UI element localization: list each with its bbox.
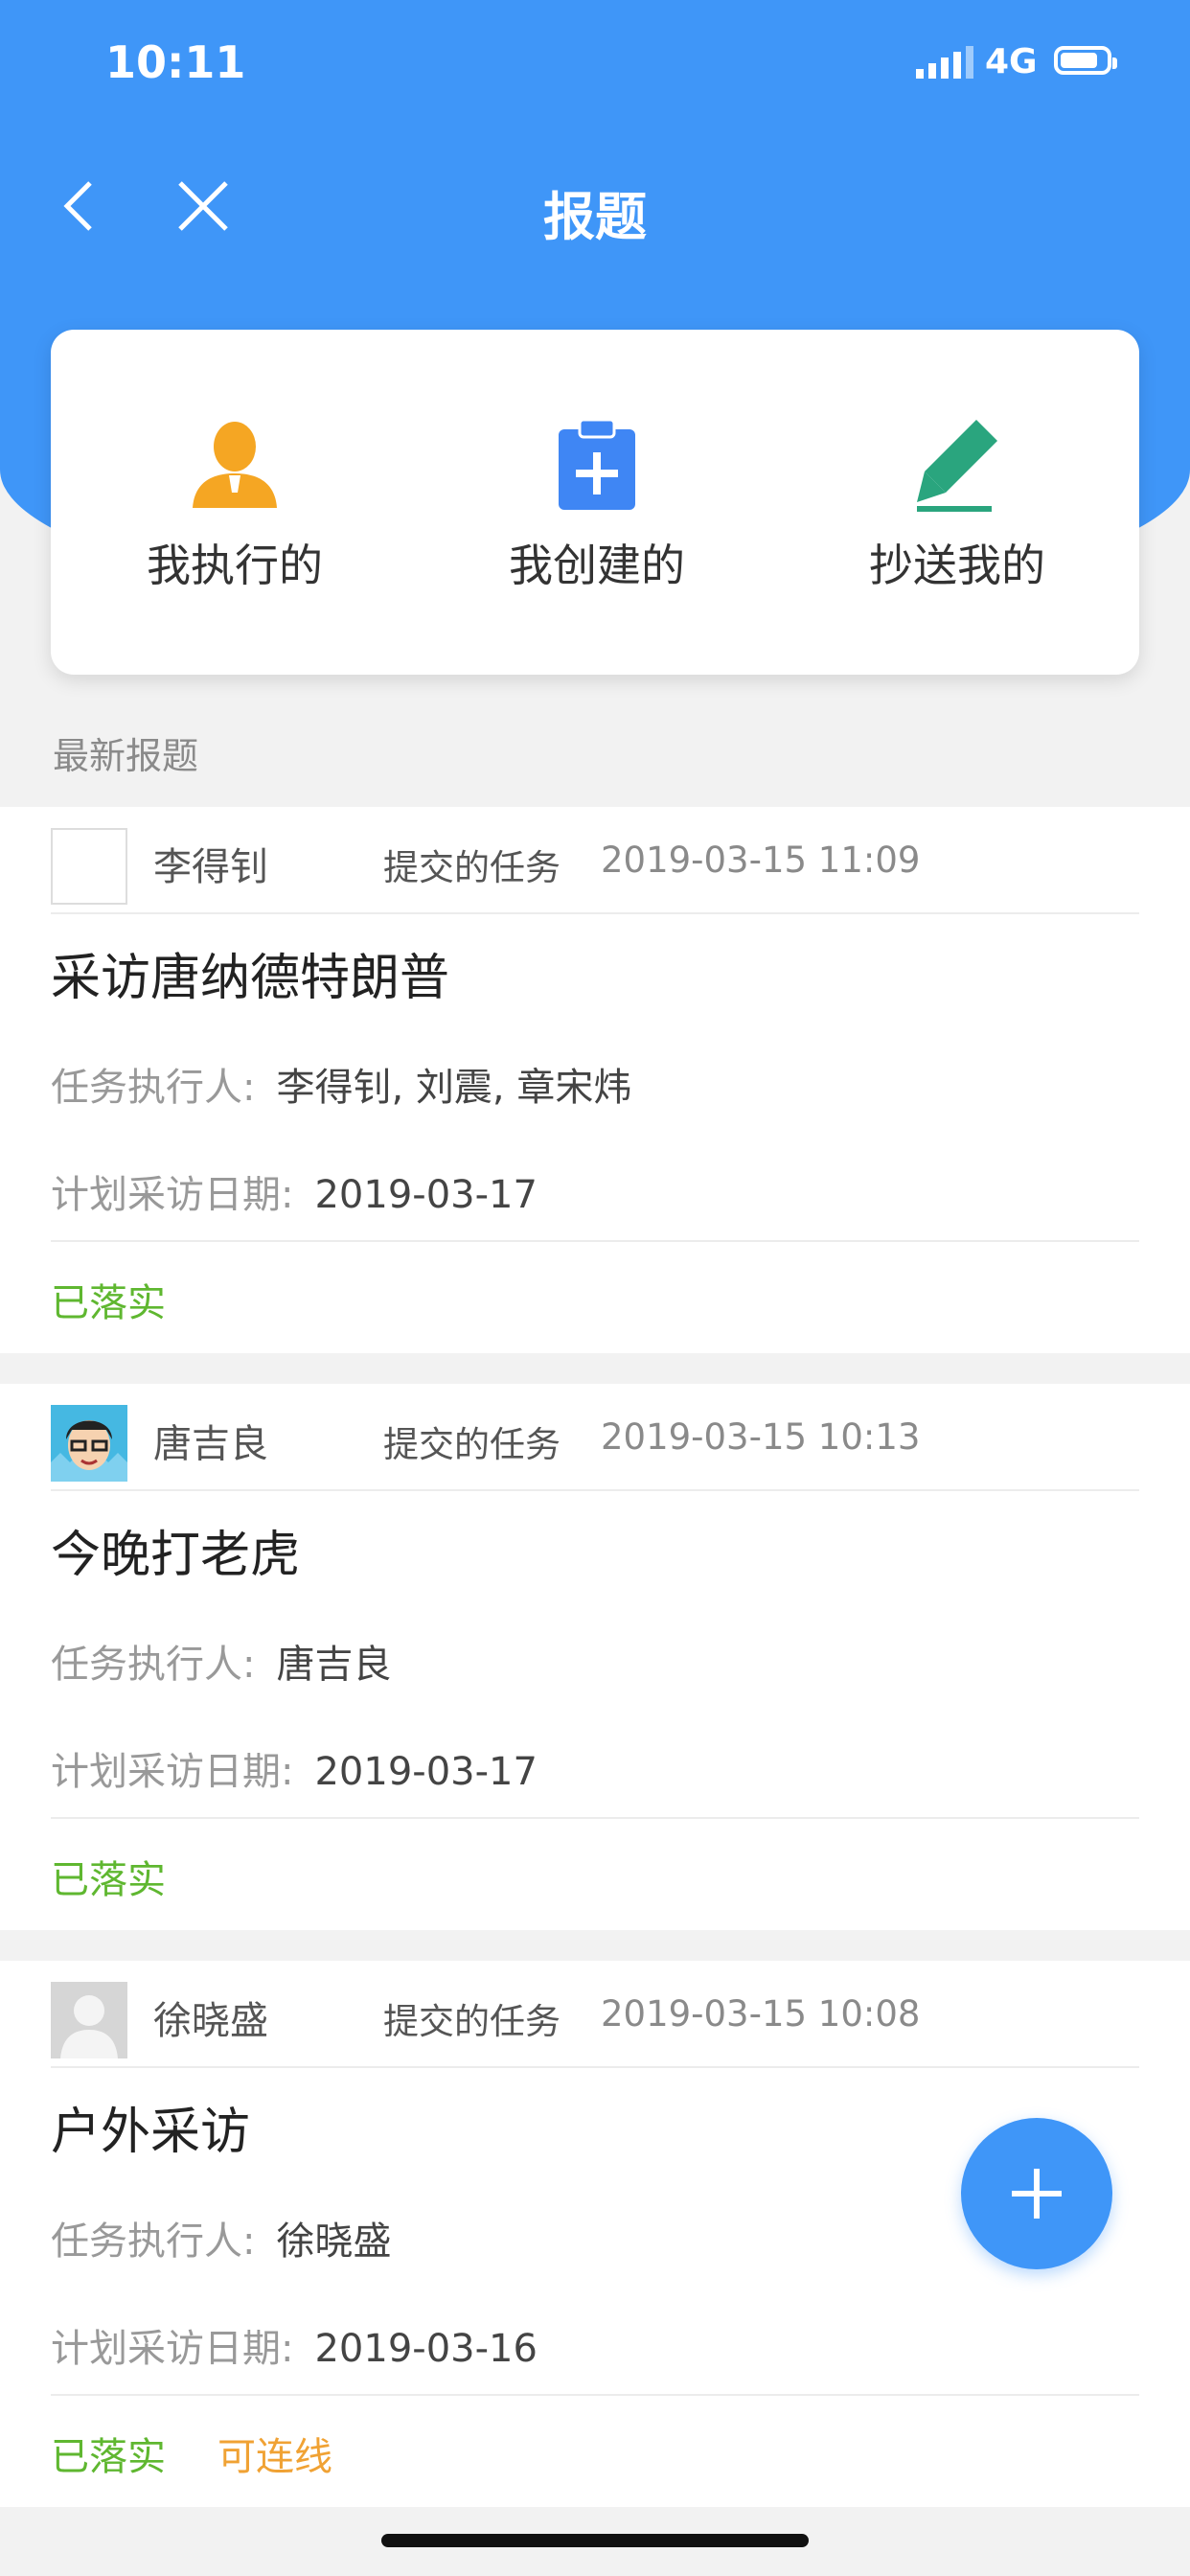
status-time: 10:11 bbox=[105, 36, 246, 88]
item-title: 户外采访 bbox=[51, 2104, 251, 2161]
item-tags: 已落实 bbox=[51, 1849, 166, 1904]
divider bbox=[51, 1817, 1139, 1819]
status-tag: 已落实 bbox=[51, 2435, 166, 2479]
item-action: 提交的任务 bbox=[383, 847, 561, 888]
item-executor-row: 任务执行人: 徐晓盛 bbox=[51, 2210, 391, 2266]
avatar bbox=[51, 828, 127, 905]
battery-icon bbox=[1054, 46, 1117, 75]
quick-action-my-executed[interactable]: 我执行的 bbox=[91, 416, 378, 594]
item-plan-row: 计划采访日期: 2019-03-17 bbox=[51, 1740, 538, 1796]
item-title: 采访唐纳德特朗普 bbox=[51, 950, 450, 1007]
avatar bbox=[51, 1982, 127, 2058]
item-tags: 已落实 可连线 bbox=[51, 2426, 332, 2481]
quick-actions-card: 我执行的 我创建的 抄送我的 bbox=[51, 330, 1139, 675]
network-type: 4G bbox=[985, 42, 1038, 81]
executor-label: 任务执行人: bbox=[51, 2220, 256, 2264]
quick-action-label: 我执行的 bbox=[147, 540, 323, 591]
home-indicator bbox=[381, 2534, 809, 2547]
plan-label: 计划采访日期: bbox=[51, 1173, 294, 1217]
quick-action-label: 抄送我的 bbox=[869, 540, 1045, 591]
item-action: 提交的任务 bbox=[383, 1424, 561, 1465]
plan-date: 2019-03-16 bbox=[314, 2327, 538, 2371]
executor-value: 唐吉良 bbox=[276, 1643, 392, 1687]
item-user: 唐吉良 bbox=[153, 1422, 268, 1466]
add-button[interactable] bbox=[961, 2118, 1112, 2269]
item-plan-row: 计划采访日期: 2019-03-16 bbox=[51, 2317, 538, 2373]
executor-label: 任务执行人: bbox=[51, 1066, 256, 1110]
avatar bbox=[51, 1405, 127, 1482]
clipboard-add-icon bbox=[453, 416, 741, 512]
plan-date: 2019-03-17 bbox=[314, 1750, 538, 1794]
divider bbox=[51, 912, 1139, 914]
plan-label: 计划采访日期: bbox=[51, 2327, 294, 2371]
plan-label: 计划采访日期: bbox=[51, 1750, 294, 1794]
item-time: 2019-03-15 10:13 bbox=[601, 1416, 921, 1458]
divider bbox=[51, 2066, 1139, 2068]
item-plan-row: 计划采访日期: 2019-03-17 bbox=[51, 1163, 538, 1219]
quick-action-my-created[interactable]: 我创建的 bbox=[453, 416, 741, 594]
divider bbox=[51, 2394, 1139, 2396]
item-user: 李得钊 bbox=[153, 845, 268, 889]
item-time: 2019-03-15 10:08 bbox=[601, 1993, 921, 2035]
quick-action-label: 我创建的 bbox=[509, 540, 685, 591]
list-item[interactable]: 李得钊 提交的任务 2019-03-15 11:09 采访唐纳德特朗普 任务执行… bbox=[0, 807, 1190, 1353]
status-tag: 可连线 bbox=[217, 2435, 332, 2479]
section-title: 最新报题 bbox=[53, 735, 199, 777]
item-action: 提交的任务 bbox=[383, 2001, 561, 2042]
item-executor-row: 任务执行人: 唐吉良 bbox=[51, 1633, 391, 1689]
signal-icon bbox=[916, 46, 973, 79]
status-tag: 已落实 bbox=[51, 1281, 166, 1325]
item-user: 徐晓盛 bbox=[153, 1999, 268, 2043]
pencil-icon bbox=[813, 416, 1101, 512]
item-tags: 已落实 bbox=[51, 1272, 166, 1327]
executor-value: 李得钊, 刘震, 章宋炜 bbox=[276, 1066, 632, 1110]
executor-label: 任务执行人: bbox=[51, 1643, 256, 1687]
executor-value: 徐晓盛 bbox=[276, 2220, 392, 2264]
divider bbox=[51, 1240, 1139, 1242]
status-tag: 已落实 bbox=[51, 1858, 166, 1902]
plan-date: 2019-03-17 bbox=[314, 1173, 538, 1217]
page-title: 报题 bbox=[543, 187, 647, 247]
list-item[interactable]: 唐吉良 提交的任务 2019-03-15 10:13 今晚打老虎 任务执行人: 唐… bbox=[0, 1384, 1190, 1930]
status-bar: 10:11 4G bbox=[0, 0, 1190, 125]
item-time: 2019-03-15 11:09 bbox=[601, 840, 921, 881]
item-title: 今晚打老虎 bbox=[51, 1527, 301, 1584]
person-icon bbox=[91, 416, 378, 512]
quick-action-cc-me[interactable]: 抄送我的 bbox=[813, 416, 1101, 594]
plus-icon bbox=[1012, 2169, 1062, 2219]
divider bbox=[51, 1489, 1139, 1491]
item-executor-row: 任务执行人: 李得钊, 刘震, 章宋炜 bbox=[51, 1056, 631, 1112]
